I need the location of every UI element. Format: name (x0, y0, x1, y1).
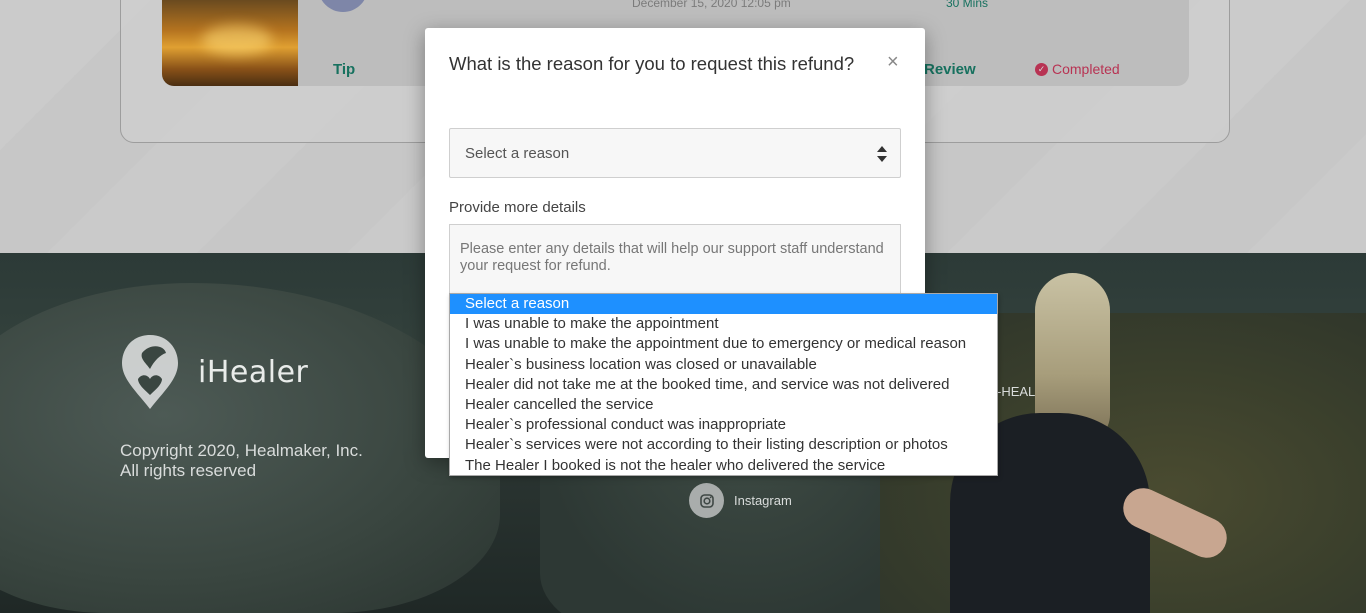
dropdown-option[interactable]: I was unable to make the appointment (450, 314, 997, 334)
reason-select[interactable]: Select a reason (449, 128, 901, 178)
check-circle-icon: ✓ (1035, 62, 1048, 76)
instagram-link[interactable]: Instagram (689, 483, 792, 518)
select-updown-icon (876, 145, 888, 163)
status-label: Completed (1052, 61, 1120, 77)
dropdown-option[interactable]: Healer cancelled the service (450, 395, 997, 415)
review-link[interactable]: Review (924, 61, 976, 78)
ihealer-logo-text: iHealer (198, 354, 309, 390)
copyright-line-1: Copyright 2020, Healmaker, Inc. (120, 441, 363, 460)
reason-dropdown-list: Select a reason I was unable to make the… (449, 293, 998, 476)
copyright: Copyright 2020, Healmaker, Inc. All righ… (120, 441, 363, 481)
details-textarea[interactable]: Please enter any details that will help … (449, 224, 901, 296)
dropdown-option[interactable]: Healer did not take me at the booked tim… (450, 375, 997, 395)
status-badge: ✓ Completed (1035, 61, 1120, 77)
phone-number-fragment[interactable]: -HEAL (997, 384, 1035, 399)
modal-title: What is the reason for you to request th… (449, 53, 855, 74)
reason-select-value: Select a reason (465, 144, 570, 162)
tip-link[interactable]: Tip (333, 61, 355, 78)
dropdown-option[interactable]: Healer`s professional conduct was inappr… (450, 415, 997, 435)
dropdown-option[interactable]: I was unable to make the appointment due… (450, 334, 997, 354)
instagram-icon (689, 483, 724, 518)
dropdown-option[interactable]: Healer`s services were not according to … (450, 435, 997, 455)
booking-duration: 30 Mins (946, 0, 989, 10)
dropdown-option[interactable]: The Healer I booked is not the healer wh… (450, 456, 997, 476)
dropdown-option[interactable]: Healer`s business location was closed or… (450, 355, 997, 375)
footer-logo[interactable]: iHealer (120, 333, 308, 411)
close-icon[interactable]: × (887, 52, 899, 72)
healer-thumbnail-image[interactable] (162, 0, 298, 86)
copyright-line-2: All rights reserved (120, 461, 257, 480)
booking-date: December 15, 2020 12:05 pm (632, 0, 791, 10)
details-placeholder: Please enter any details that will help … (460, 241, 884, 274)
dropdown-option[interactable]: Select a reason (450, 294, 997, 315)
ihealer-logo-icon (120, 333, 180, 411)
details-label: Provide more details (449, 199, 586, 216)
instagram-label: Instagram (734, 493, 792, 508)
